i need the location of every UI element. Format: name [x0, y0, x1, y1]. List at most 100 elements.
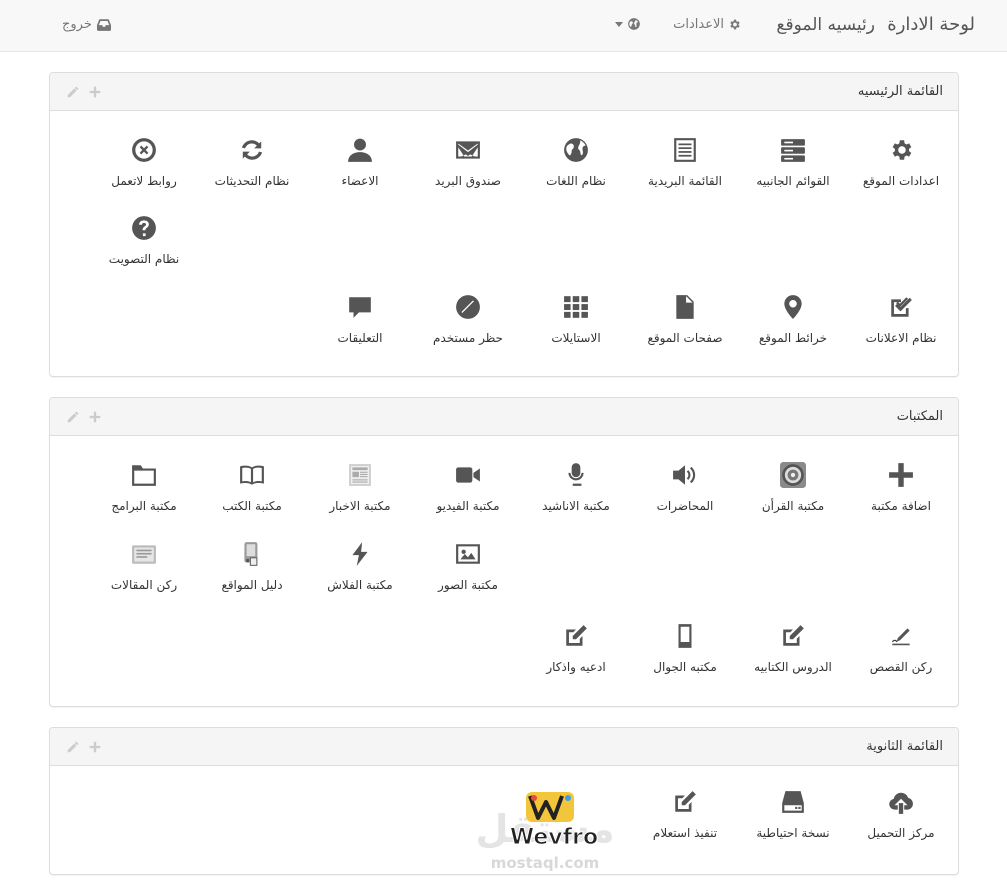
- pencil-icon[interactable]: [66, 740, 80, 754]
- settings-menu[interactable]: الاعدادات: [673, 17, 741, 32]
- cloud-upload-icon: [889, 792, 913, 814]
- map-marker-icon: [784, 295, 802, 319]
- globe-icon: [564, 138, 588, 162]
- flash-icon: [352, 542, 368, 566]
- th-icon: [564, 296, 588, 318]
- panel-item[interactable]: مكتبة الصور: [415, 541, 521, 595]
- panel-item[interactable]: مكتبه الجوال: [632, 623, 738, 677]
- panel-item-label: نظام اللغات: [546, 174, 606, 188]
- panel-item[interactable]: مكتبة البرامج: [91, 462, 197, 516]
- edit-icon: [783, 625, 804, 646]
- panel-item-label: خرائط الموقع: [758, 331, 828, 345]
- panel-item[interactable]: حظر مستخدم: [415, 294, 521, 348]
- settings-label: الاعدادات: [673, 17, 724, 32]
- gear-icon: [892, 140, 912, 160]
- panel-item[interactable]: دليل المواقع: [199, 541, 305, 595]
- panel-item[interactable]: صندوق البريد: [415, 137, 521, 191]
- panel-item[interactable]: تنفيذ استعلام: [632, 789, 738, 843]
- mostaql-watermark: مستقل mostaql.com Wevfro: [476, 792, 614, 872]
- chevron-down-icon: [615, 21, 623, 27]
- pencil-icon[interactable]: [66, 85, 80, 99]
- envelope-icon: [456, 141, 480, 159]
- panel-item-label: مكتبة القرأن: [761, 499, 825, 513]
- plus-icon[interactable]: [88, 740, 102, 754]
- panel-item[interactable]: نسخة احتياطية: [740, 789, 846, 843]
- panel-item[interactable]: مركز التحميل: [848, 789, 954, 843]
- panel-item-label: حظر مستخدم: [433, 331, 503, 345]
- panel-item[interactable]: المحاضرات: [632, 462, 738, 516]
- admin-panel-brand[interactable]: لوحة الادارة: [887, 14, 975, 35]
- panel-item[interactable]: الاعضاء: [307, 137, 413, 191]
- panel-item-label: القوائم الجانبيه: [756, 174, 830, 188]
- panel-item-label: دليل المواقع: [221, 578, 283, 592]
- panel-item-label: مكتبة الاناشيد: [542, 499, 610, 513]
- plus-icon: [889, 463, 913, 487]
- panel-item[interactable]: نظام اللغات: [523, 137, 629, 191]
- panel-item-label: التعليقات: [337, 331, 383, 345]
- panel-heading: القائمة الرئيسيه: [50, 73, 958, 111]
- top-navbar: لوحة الادارة رئيسيه الموقع الاعدادات خرو…: [0, 0, 1007, 52]
- inbox-icon: [96, 19, 111, 31]
- video-camera-icon: [456, 467, 480, 483]
- panel-item[interactable]: نظام التحديثات: [199, 137, 305, 191]
- list-alt-icon: [674, 138, 696, 162]
- articles-icon: [132, 545, 156, 564]
- file-icon: [676, 295, 694, 319]
- panel-item[interactable]: ركن القصص: [848, 623, 954, 677]
- panel-item[interactable]: اعدادات الموقع: [848, 137, 954, 191]
- language-dropdown[interactable]: [615, 17, 641, 31]
- panel-item-label: القائمة البريدية: [648, 174, 722, 188]
- panel-item-label: اعدادات الموقع: [862, 174, 940, 188]
- server-icon: [781, 139, 805, 162]
- panel-item[interactable]: مكتبة الفيديو: [415, 462, 521, 516]
- directory-icon: [244, 542, 258, 566]
- logout-link[interactable]: خروج: [62, 17, 111, 32]
- panel-heading: المكتبات: [50, 398, 958, 436]
- remove-circle-icon: [132, 138, 156, 162]
- plus-icon[interactable]: [88, 410, 102, 424]
- site-home-link[interactable]: رئيسيه الموقع: [776, 15, 875, 35]
- panel-item[interactable]: نظام التصويت: [91, 215, 197, 269]
- plus-icon[interactable]: [88, 85, 102, 99]
- panel-item-label: الدروس الكتابيه: [754, 660, 832, 674]
- panel-item[interactable]: مكتبة الاخبار: [307, 462, 413, 516]
- panel-item[interactable]: مكتبة الاناشيد: [523, 462, 629, 516]
- panel-item[interactable]: ركن المقالات: [91, 541, 197, 595]
- panel-heading: القائمة الثانوية: [50, 728, 958, 766]
- panel-item[interactable]: صفحات الموقع: [632, 294, 738, 348]
- panel-item-label: مركز التحميل: [867, 826, 935, 840]
- panel-item[interactable]: نظام الاعلانات: [848, 294, 954, 348]
- panel-item-label: الاعضاء: [341, 174, 379, 188]
- picture-icon: [456, 544, 480, 564]
- panel-item[interactable]: الاستايلات: [523, 294, 629, 348]
- pencil-icon[interactable]: [66, 410, 80, 424]
- panel-item[interactable]: روابط لاتعمل: [91, 137, 197, 191]
- panel-item-label: روابط لاتعمل: [111, 174, 177, 188]
- panel-item[interactable]: ادعيه واذكار: [523, 623, 629, 677]
- panel-item-label: المحاضرات: [656, 499, 714, 513]
- panel-item[interactable]: مكتبة الفلاش: [307, 541, 413, 595]
- panel-item-label: مكتبة الاخبار: [329, 499, 391, 513]
- edit-icon: [566, 625, 587, 646]
- panel-item[interactable]: مكتبة الكتب: [199, 462, 305, 516]
- panel-item[interactable]: مكتبة القرأن: [740, 462, 846, 516]
- panel-item-label: ادعيه واذكار: [546, 660, 606, 674]
- panel-item[interactable]: التعليقات: [307, 294, 413, 348]
- panel-item[interactable]: الدروس الكتابيه: [740, 623, 846, 677]
- hdd-icon: [782, 791, 804, 813]
- pen-sign-icon: [891, 628, 910, 646]
- panel-item-label: صندوق البريد: [435, 174, 501, 188]
- panel-item[interactable]: اضافة مكتبة: [848, 462, 954, 516]
- watermark-site: mostaql.com: [491, 854, 600, 872]
- panel-item[interactable]: القوائم الجانبيه: [740, 137, 846, 191]
- panel-tools: [66, 410, 102, 424]
- panel-item-label: مكتبه الجوال: [653, 660, 717, 674]
- panel-item-label: صفحات الموقع: [647, 331, 723, 345]
- panel-item[interactable]: القائمة البريدية: [632, 137, 738, 191]
- volume-icon: [673, 465, 696, 485]
- check-square-icon: [891, 297, 912, 317]
- panel-item-label: مكتبة الفيديو: [436, 499, 500, 513]
- panel-item[interactable]: خرائط الموقع: [740, 294, 846, 348]
- gear-icon: [730, 19, 740, 30]
- panel-item-label: ركن القصص: [869, 660, 933, 674]
